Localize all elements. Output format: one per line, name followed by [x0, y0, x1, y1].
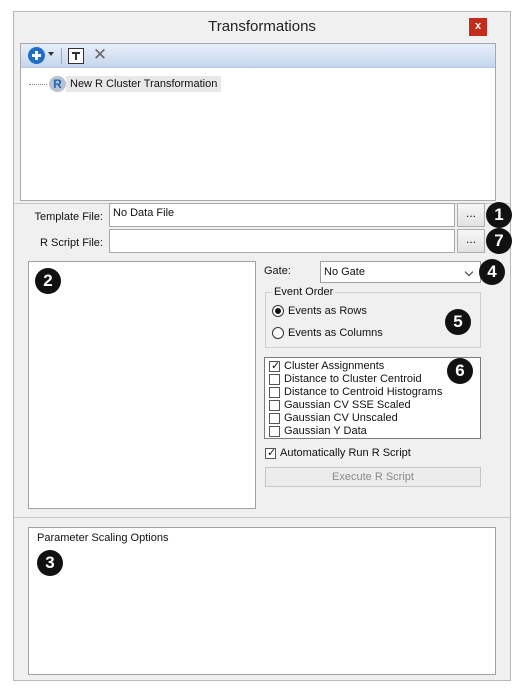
check-icon: ✓	[271, 360, 281, 372]
events-as-rows-radio[interactable]	[272, 305, 284, 317]
auto-run-label[interactable]: Automatically Run R Script	[280, 447, 411, 459]
callout-badge-7: 7	[486, 228, 512, 254]
output-option-checkbox[interactable]	[269, 426, 280, 437]
chevron-down-icon	[464, 267, 474, 277]
callout-badge-2: 2	[35, 268, 61, 294]
gate-selected-value: No Gate	[324, 266, 365, 278]
execute-r-script-button[interactable]: Execute R Script	[265, 467, 481, 487]
callout-badge-4: 4	[479, 259, 505, 285]
r-script-file-browse-button[interactable]: ...	[457, 229, 485, 253]
output-option-checkbox[interactable]: ✓	[269, 360, 281, 372]
close-button[interactable]: x	[469, 18, 487, 36]
callout-badge-3: 3	[37, 550, 63, 576]
transformations-window: Transformations x ✕ R New R Cluster Tran…	[13, 11, 512, 681]
r-logo-icon: R	[49, 76, 66, 92]
chevron-down-icon[interactable]	[48, 52, 54, 56]
gate-label: Gate:	[264, 265, 291, 277]
output-option-checkbox[interactable]	[269, 400, 280, 411]
output-option-checkbox[interactable]	[269, 374, 280, 385]
radio-selected-dot	[275, 308, 281, 314]
template-file-field[interactable]: No Data File	[109, 203, 455, 227]
events-as-columns-label[interactable]: Events as Columns	[288, 327, 383, 339]
toolbar-separator	[61, 48, 62, 64]
add-icon[interactable]	[28, 47, 45, 64]
event-order-legend: Event Order	[272, 286, 336, 298]
output-option-label[interactable]: Distance to Cluster Centroid	[284, 373, 422, 386]
tree-item[interactable]: R New R Cluster Transformation	[29, 76, 329, 92]
r-script-file-field[interactable]	[109, 229, 455, 253]
template-icon[interactable]	[68, 48, 84, 64]
window-title: Transformations	[208, 18, 316, 35]
template-file-browse-button[interactable]: ...	[457, 203, 485, 227]
gate-select[interactable]: No Gate	[320, 261, 481, 283]
callout-badge-5: 5	[445, 309, 471, 335]
divider	[14, 517, 510, 518]
events-as-columns-radio[interactable]	[272, 327, 284, 339]
template-file-label: Template File:	[34, 211, 103, 223]
output-option-label[interactable]: Gaussian CV SSE Scaled	[284, 399, 411, 412]
tree-connector	[29, 84, 47, 85]
auto-run-checkbox[interactable]: ✓	[265, 447, 277, 459]
tree-toolbar: ✕	[21, 44, 495, 68]
parameter-scaling-title: Parameter Scaling Options	[37, 532, 169, 544]
title-bar: Transformations x	[14, 12, 510, 42]
parameter-scaling-panel[interactable]: Parameter Scaling Options 3	[28, 527, 496, 675]
callout-badge-6: 6	[447, 358, 473, 384]
tree-item-label: New R Cluster Transformation	[66, 76, 222, 92]
parameter-list-panel[interactable]: 2	[28, 261, 256, 509]
output-option-checkbox[interactable]	[269, 387, 280, 398]
transformation-tree-panel: ✕ R New R Cluster Transformation	[20, 43, 496, 201]
events-as-rows-label[interactable]: Events as Rows	[288, 305, 367, 317]
callout-badge-1: 1	[486, 202, 512, 228]
output-option-label[interactable]: Distance to Centroid Histograms	[284, 386, 442, 399]
r-script-file-label: R Script File:	[40, 237, 103, 249]
check-icon: ✓	[267, 447, 277, 459]
output-option-checkbox[interactable]	[269, 413, 280, 424]
delete-icon[interactable]: ✕	[91, 46, 109, 64]
output-option-label[interactable]: Gaussian CV Unscaled	[284, 412, 398, 425]
output-option-label[interactable]: Gaussian Y Data	[284, 425, 367, 438]
output-option-label[interactable]: Cluster Assignments	[284, 360, 384, 373]
